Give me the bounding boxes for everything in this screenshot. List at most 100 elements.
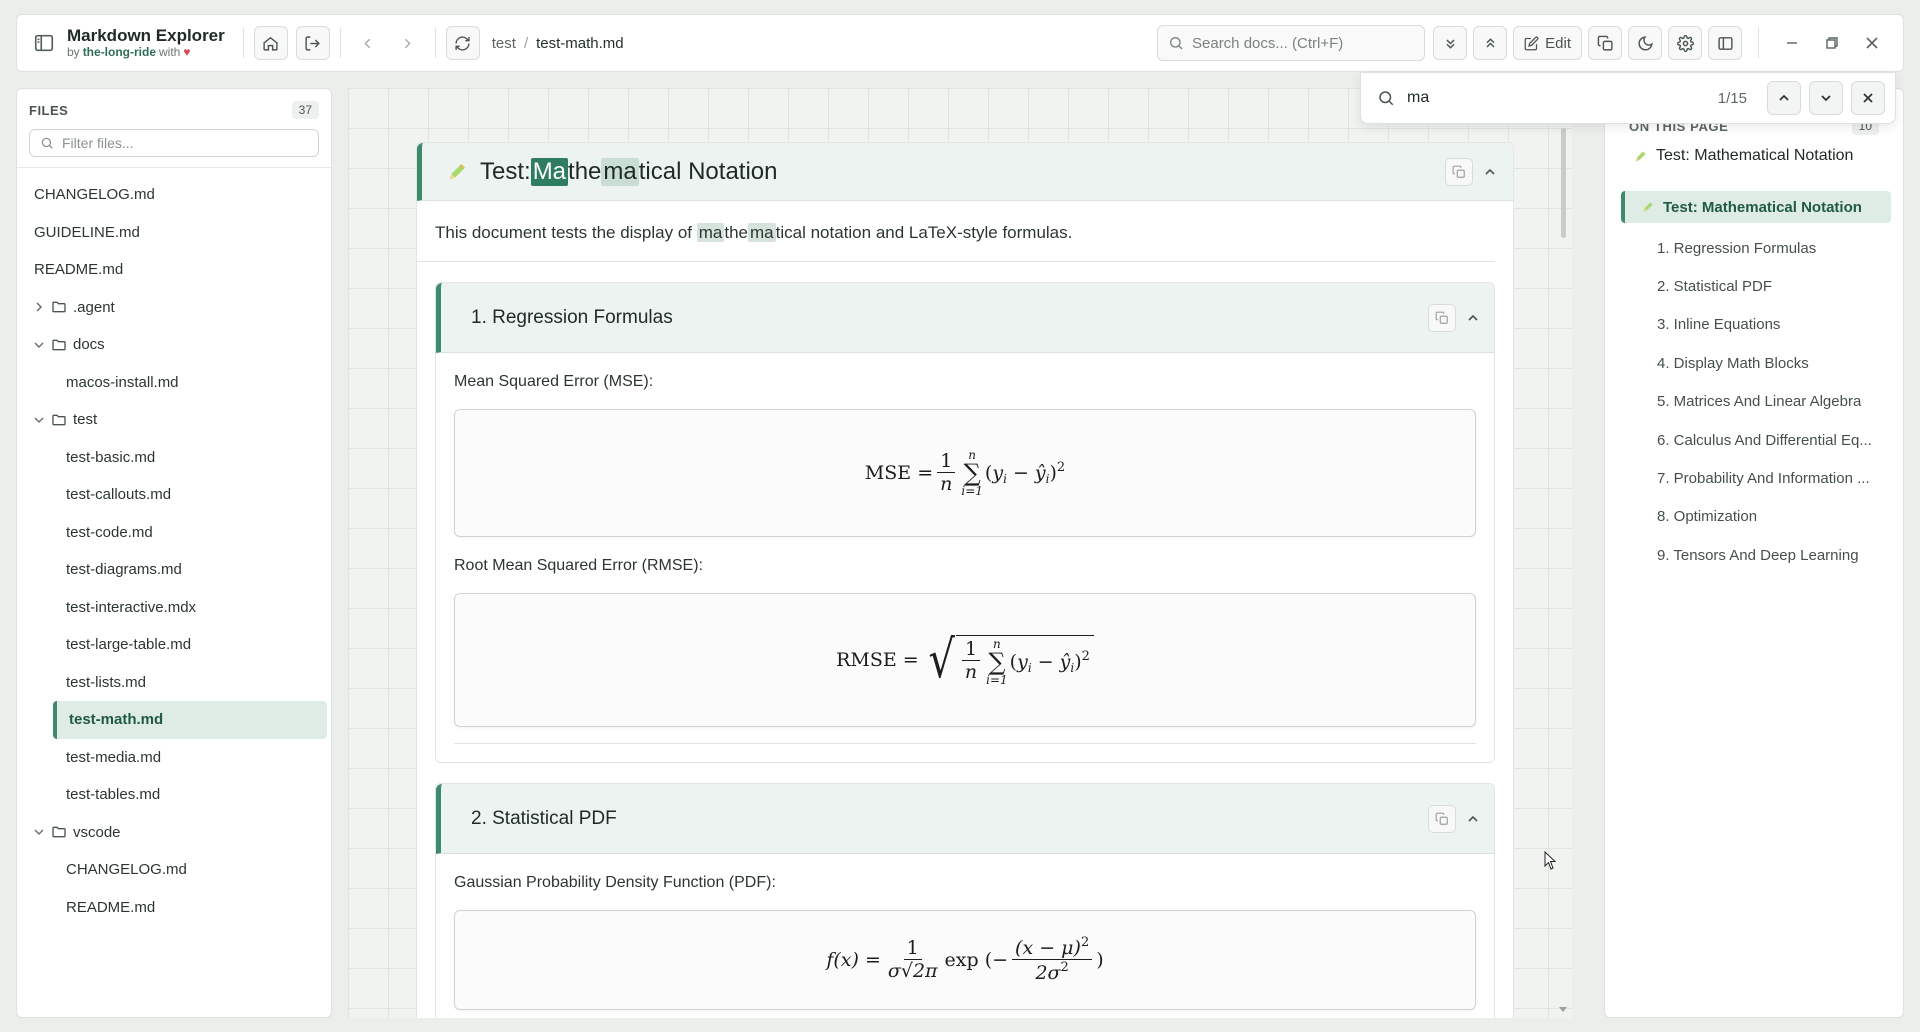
file-item[interactable]: test-media.md bbox=[17, 739, 331, 777]
chevron-up-icon[interactable] bbox=[1466, 311, 1480, 325]
copy-button[interactable] bbox=[1588, 26, 1622, 60]
toc-item-active[interactable]: Test: Mathematical Notation bbox=[1621, 191, 1891, 223]
search-match-current: Ma bbox=[530, 157, 569, 186]
find-match-count: 1/15 bbox=[1717, 89, 1747, 107]
file-item[interactable]: macos-install.md bbox=[17, 364, 331, 402]
breadcrumb-separator: / bbox=[523, 34, 529, 52]
document-title: Test: Ma the ma tical Notation bbox=[480, 157, 778, 186]
mse-label: Mean Squared Error (MSE): bbox=[454, 373, 654, 390]
toc-item[interactable]: 5. Matrices And Linear Algebra bbox=[1621, 383, 1891, 421]
folder-label: vscode bbox=[73, 823, 121, 841]
chevron-down-icon bbox=[34, 829, 44, 836]
edit-button[interactable]: Edit bbox=[1513, 26, 1582, 60]
toc-item[interactable]: 1. Regression Formulas bbox=[1621, 229, 1891, 267]
file-item[interactable]: CHANGELOG.md bbox=[17, 176, 331, 214]
folder-label: test bbox=[73, 411, 98, 429]
folder-icon bbox=[52, 339, 66, 351]
toc-item[interactable]: 7. Probability And Information ... bbox=[1621, 459, 1891, 497]
chevron-down-icon bbox=[1821, 95, 1831, 102]
toc-item[interactable]: 9. Tensors And Deep Learning bbox=[1621, 536, 1891, 574]
pencil-icon bbox=[1643, 202, 1653, 212]
copy-section-button[interactable] bbox=[1428, 804, 1456, 833]
folder-item-docs[interactable]: docs bbox=[17, 326, 331, 364]
find-input[interactable]: ma bbox=[1407, 89, 1707, 107]
file-item[interactable]: test-basic.md bbox=[17, 439, 331, 477]
search-placeholder: Search docs... (Ctrl+F) bbox=[1192, 34, 1344, 52]
back-button[interactable] bbox=[351, 26, 385, 60]
file-item[interactable]: README.md bbox=[17, 251, 331, 289]
find-next-button[interactable] bbox=[1809, 81, 1843, 115]
file-item[interactable]: test-tables.md bbox=[17, 776, 331, 814]
folder-item-vscode[interactable]: vscode bbox=[17, 814, 331, 852]
filter-files-input[interactable]: Filter files... bbox=[29, 129, 319, 157]
files-count-badge: 37 bbox=[291, 101, 319, 119]
file-item[interactable]: test-lists.md bbox=[17, 664, 331, 702]
copy-section-button[interactable] bbox=[1445, 157, 1473, 186]
toc-panel: ON THIS PAGE 10 Test: Mathematical Notat… bbox=[1604, 88, 1904, 1018]
file-item[interactable]: README.md bbox=[17, 889, 331, 927]
divider bbox=[339, 28, 341, 58]
search-icon bbox=[1170, 37, 1183, 50]
minimize-button[interactable] bbox=[1775, 26, 1809, 60]
refresh-icon bbox=[455, 35, 470, 51]
file-item[interactable]: GUIDELINE.md bbox=[17, 214, 331, 252]
theme-toggle-button[interactable] bbox=[1628, 26, 1662, 60]
chevron-down-icon bbox=[34, 342, 44, 348]
search-icon bbox=[1379, 91, 1394, 106]
chevron-up-icon[interactable] bbox=[1483, 165, 1497, 179]
copy-section-button[interactable] bbox=[1428, 303, 1456, 332]
exit-folder-button[interactable] bbox=[295, 26, 330, 60]
breadcrumb-folder[interactable]: test bbox=[492, 35, 516, 52]
chevron-up-icon bbox=[1779, 94, 1789, 101]
folder-icon bbox=[52, 301, 66, 313]
find-close-button[interactable] bbox=[1851, 81, 1885, 115]
settings-button[interactable] bbox=[1668, 26, 1702, 60]
file-item-active[interactable]: test-math.md bbox=[53, 701, 327, 739]
toggle-panel-button[interactable] bbox=[1708, 26, 1742, 60]
toc-current-heading[interactable]: Test: Mathematical Notation bbox=[1633, 147, 1853, 165]
rmse-label: Root Mean Squared Error (RMSE): bbox=[454, 557, 703, 574]
toc-item[interactable]: 6. Calculus And Differential Eq... bbox=[1621, 421, 1891, 459]
file-item[interactable]: CHANGELOG.md bbox=[17, 851, 331, 889]
restore-button[interactable] bbox=[1815, 26, 1849, 60]
toc-item[interactable]: 4. Display Math Blocks bbox=[1621, 344, 1891, 382]
sidebar-toggle-icon[interactable] bbox=[33, 32, 55, 54]
filter-placeholder: Filter files... bbox=[62, 135, 134, 151]
close-window-button[interactable] bbox=[1855, 26, 1889, 60]
collapse-all-button[interactable] bbox=[1473, 26, 1508, 60]
find-bar: ma 1/15 bbox=[1360, 72, 1896, 124]
file-item[interactable]: test-callouts.md bbox=[17, 476, 331, 514]
pencil-icon bbox=[1635, 151, 1646, 161]
home-button[interactable] bbox=[253, 26, 288, 60]
expand-all-button[interactable] bbox=[1433, 26, 1468, 60]
divider bbox=[1758, 28, 1759, 58]
chevron-up-icon[interactable] bbox=[1466, 812, 1480, 826]
mouse-cursor-icon bbox=[1544, 851, 1557, 870]
find-previous-button[interactable] bbox=[1767, 81, 1801, 115]
scroll-down-icon[interactable] bbox=[1558, 1004, 1568, 1014]
copy-icon bbox=[1435, 812, 1448, 825]
toolbar-actions: Edit bbox=[1433, 26, 1889, 60]
search-icon bbox=[41, 137, 53, 149]
title-bar: Markdown Explorer by the-long-ride with … bbox=[16, 14, 1904, 72]
refresh-button[interactable] bbox=[445, 26, 480, 60]
toc-item[interactable]: 3. Inline Equations bbox=[1621, 306, 1891, 344]
scrollbar-thumb[interactable] bbox=[1561, 128, 1566, 238]
forward-button[interactable] bbox=[391, 26, 425, 60]
search-input[interactable]: Search docs... (Ctrl+F) bbox=[1157, 25, 1425, 61]
toc-item[interactable]: 2. Statistical PDF bbox=[1621, 267, 1891, 305]
file-item[interactable]: test-interactive.mdx bbox=[17, 589, 331, 627]
section-statistical-pdf: 2. Statistical PDF Gaussian Probability … bbox=[435, 783, 1495, 1018]
folder-item-agent[interactable]: .agent bbox=[17, 289, 331, 327]
panel-icon bbox=[1717, 36, 1733, 50]
file-item[interactable]: test-code.md bbox=[17, 514, 331, 552]
author-link[interactable]: the-long-ride bbox=[83, 45, 156, 60]
toc-item[interactable]: 8. Optimization bbox=[1621, 498, 1891, 536]
file-sidebar: FILES 37 Filter files... CHANGELOG.md GU… bbox=[16, 88, 332, 1018]
folder-item-test[interactable]: test bbox=[17, 401, 331, 439]
chevron-down-icon bbox=[34, 417, 44, 423]
file-item[interactable]: test-large-table.md bbox=[17, 626, 331, 664]
close-icon bbox=[1863, 93, 1873, 103]
edit-icon bbox=[1524, 36, 1539, 50]
file-item[interactable]: test-diagrams.md bbox=[17, 551, 331, 589]
